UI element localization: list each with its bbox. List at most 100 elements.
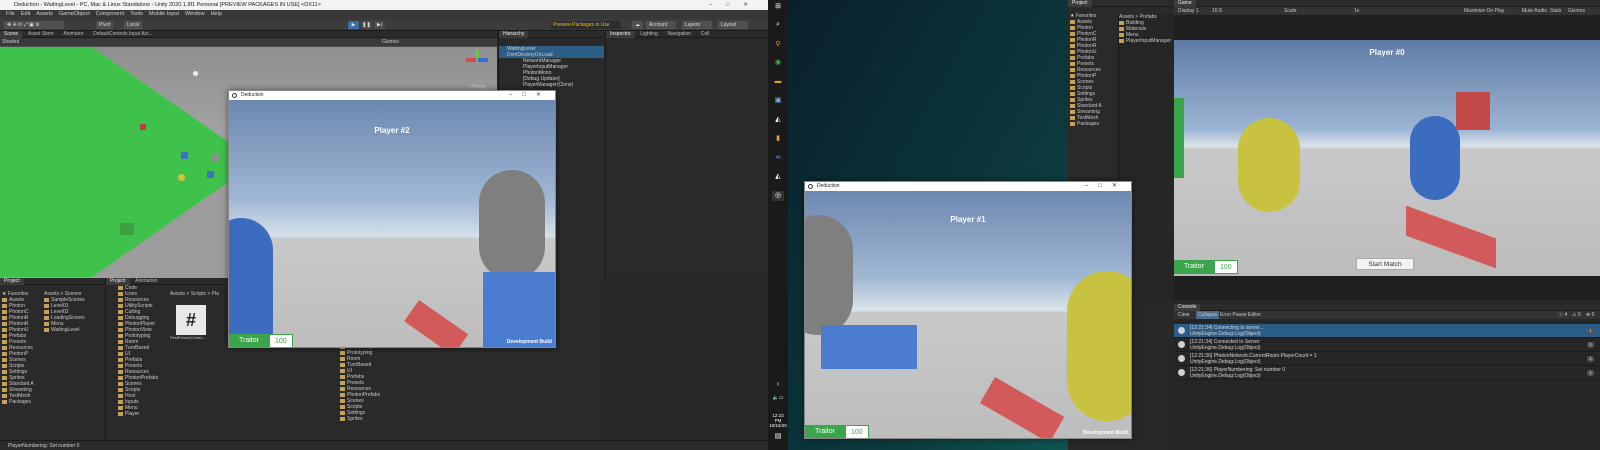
game-window-player2[interactable]: Deduction –□✕ Player #2 Traitor 100 Deve… xyxy=(228,90,556,348)
console-log-row[interactable]: [12:21:34] Connecting to server... UnityE… xyxy=(1174,324,1600,338)
search-icon[interactable]: ⌕ xyxy=(772,20,784,30)
project-tree-item-label: Packages xyxy=(1077,121,1099,127)
csharp-script-icon[interactable]: # xyxy=(176,305,206,335)
gizmos-toggle[interactable]: Gizmos xyxy=(1568,7,1585,15)
tab-hierarchy[interactable]: Hierarchy xyxy=(499,31,529,38)
menu-item-mobile-input[interactable]: Mobile Input xyxy=(149,10,179,19)
tab-scene[interactable]: Scene xyxy=(0,31,23,38)
scene-item[interactable]: WaitingLevel xyxy=(44,327,104,333)
tab-lighting[interactable]: Lighting xyxy=(636,31,662,38)
window-controls[interactable]: –□✕ xyxy=(1085,182,1127,191)
menu-item-assets[interactable]: Assets xyxy=(36,10,53,19)
warning-count[interactable]: ⚠ 0 xyxy=(1572,311,1581,319)
project-tree-item-label: Sprites xyxy=(347,416,363,422)
windows-taskbar: ⊞ ⌕ ⚲ ◉ ▬ ▣ ◭ ▮ ∞ ◭ ◎ ‹ 🔈▭ 12:23 PM 10/1… xyxy=(768,0,788,450)
tray-icons[interactable]: 🔈▭ xyxy=(772,393,784,403)
game1-title-bar: Deduction –□✕ xyxy=(805,182,1131,191)
hierarchy-item[interactable]: PlayerManager(Clone) xyxy=(499,82,604,88)
layers-dropdown[interactable]: Layers xyxy=(682,21,712,29)
tab-console[interactable]: Console xyxy=(1174,304,1201,311)
chrome-icon[interactable]: ◉ xyxy=(772,58,784,68)
project-tree-item[interactable]: Player xyxy=(118,411,170,417)
unity-game-icon[interactable]: ◎ xyxy=(772,191,784,201)
preview-packages-button[interactable]: Preview Packages in Use xyxy=(551,21,621,29)
gizmos-dropdown[interactable]: Gizmos xyxy=(382,39,399,45)
step-button[interactable]: ▶| xyxy=(374,21,385,29)
clear-button[interactable]: Clear xyxy=(1178,311,1190,319)
play-button[interactable]: ▶ xyxy=(348,21,359,29)
tab-game[interactable]: Game xyxy=(1174,0,1196,7)
pivot-toggle[interactable]: Pivot xyxy=(96,21,114,29)
unity-icon[interactable]: ◭ xyxy=(772,172,784,182)
search-app-icon[interactable]: ⚲ xyxy=(772,40,784,50)
unity-hub-icon[interactable]: ◭ xyxy=(772,115,784,125)
display-dropdown[interactable]: Display 1 xyxy=(1178,7,1199,15)
cloud-icon[interactable]: ☁ xyxy=(632,21,643,29)
folder-icon xyxy=(1070,55,1075,60)
menu-item-file[interactable]: File xyxy=(6,10,15,19)
window-controls[interactable]: –□✕ xyxy=(709,0,762,10)
account-dropdown[interactable]: Account xyxy=(646,21,676,29)
tab-project[interactable]: Project xyxy=(0,278,24,285)
folder-icon xyxy=(2,327,7,332)
game2-viewport[interactable]: Player #2 Traitor 100 Development Build xyxy=(229,100,555,347)
folder-icon xyxy=(2,303,7,308)
tab-animator[interactable]: Animator xyxy=(59,31,87,38)
transform-tools[interactable]: ✥ ✣ ⟳ ⤢ ▣ ⚙ xyxy=(4,21,64,29)
local-toggle[interactable]: Local xyxy=(124,21,142,29)
game-viewport-r[interactable]: Player #0 Start Match Traitor 100 xyxy=(1174,40,1600,276)
tab-project-2[interactable]: Project xyxy=(106,278,130,285)
file-explorer-icon[interactable]: ▬ xyxy=(772,77,784,87)
pause-button[interactable]: ❚❚ xyxy=(361,21,372,29)
collapse-toggle[interactable]: Collapse xyxy=(1196,311,1220,319)
game-window-player1[interactable]: Deduction –□✕ Player #1 Traitor 100 Deve… xyxy=(804,181,1132,439)
tab-project-r[interactable]: Project xyxy=(1068,0,1092,7)
player-label: Player #2 xyxy=(374,126,410,135)
menu-item-window[interactable]: Window xyxy=(185,10,205,19)
shading-dropdown[interactable]: Shaded xyxy=(2,39,19,45)
aspect-dropdown[interactable]: 16:9 xyxy=(1212,7,1222,15)
error-count[interactable]: ⊗ 0 xyxy=(1586,311,1594,319)
role-hud: Traitor 100 xyxy=(229,334,293,347)
error-pause-toggle[interactable]: Error Pause xyxy=(1220,311,1247,319)
menu-item-help[interactable]: Help xyxy=(211,10,222,19)
menu-item-tools[interactable]: Tools xyxy=(130,10,143,19)
project-tree-item[interactable]: Sprites xyxy=(340,416,380,422)
mute-audio-toggle[interactable]: Mute Audio xyxy=(1522,7,1547,15)
console-log-row[interactable]: [12:21:36] PhotonNetwork.CurrentRoom.Pla… xyxy=(1174,352,1600,366)
health-value-r: 100 xyxy=(1213,260,1238,274)
tab-inspector[interactable]: Inspector xyxy=(606,31,635,38)
photos-icon[interactable]: ▣ xyxy=(772,96,784,106)
menu-item-component[interactable]: Component xyxy=(96,10,124,19)
menu-item-gameobject[interactable]: GameObject xyxy=(59,10,90,19)
app-icon[interactable]: ▮ xyxy=(772,134,784,144)
folder-icon xyxy=(2,309,7,314)
tab-collab[interactable]: Coll xyxy=(697,31,714,38)
visual-studio-icon[interactable]: ∞ xyxy=(772,153,784,163)
tab-navigation[interactable]: Navigation xyxy=(663,31,695,38)
windows-start-icon[interactable]: ⊞ xyxy=(772,2,784,12)
tab-animation[interactable]: Animation xyxy=(131,278,161,285)
start-match-button[interactable]: Start Match xyxy=(1356,258,1414,270)
taskbar-clock[interactable]: 12:23 PM 10/16/20 xyxy=(769,413,787,428)
hierarchy-search[interactable] xyxy=(499,38,604,46)
maximize-on-play-toggle[interactable]: Maximize On Play xyxy=(1464,7,1504,15)
editor-dropdown[interactable]: Editor xyxy=(1248,311,1261,319)
project-tree-item[interactable]: Packages xyxy=(2,399,44,405)
notifications-icon[interactable]: ▤ xyxy=(772,432,784,442)
editor-toolbar: ✥ ✣ ⟳ ⤢ ▣ ⚙ Pivot Local ▶ ❚❚ ▶| Preview … xyxy=(0,19,768,31)
menu-item-edit[interactable]: Edit xyxy=(21,10,30,19)
game1-viewport[interactable]: Player #1 Traitor 100 Development Build xyxy=(805,191,1131,438)
info-count[interactable]: ⓘ 4 xyxy=(1558,311,1567,319)
scene-orientation-gizmo-icon[interactable] xyxy=(466,49,488,71)
window-controls[interactable]: –□✕ xyxy=(509,91,551,100)
prefab-item[interactable]: PlayerInputManager xyxy=(1119,38,1174,44)
tab-default-controls[interactable]: DefaultControls.Input Act... xyxy=(89,31,156,38)
console-log-row[interactable]: [12:21:36] PlayerNumbering: Set number 0… xyxy=(1174,366,1600,380)
tab-asset-store[interactable]: Asset Store xyxy=(24,31,58,38)
tray-chevron-icon[interactable]: ‹ xyxy=(772,380,784,390)
folder-icon xyxy=(118,351,123,356)
layout-dropdown[interactable]: Layout xyxy=(718,21,748,29)
console-log-row[interactable]: [12:21:34] Connected to Server UnityEngin… xyxy=(1174,338,1600,352)
stats-toggle[interactable]: Stats xyxy=(1550,7,1561,15)
